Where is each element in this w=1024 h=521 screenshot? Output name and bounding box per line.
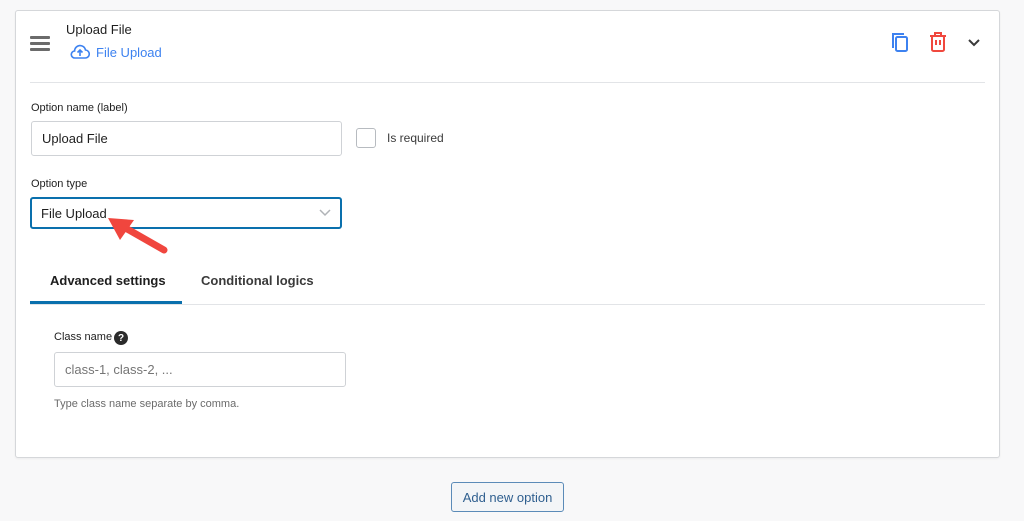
copy-icon[interactable]: [890, 31, 910, 53]
chevron-down-icon[interactable]: [967, 38, 981, 48]
option-type-label: Option type: [31, 178, 88, 190]
tabs-divider: [30, 304, 985, 305]
option-type-text: File Upload: [96, 44, 162, 60]
option-title: Upload File: [66, 22, 132, 37]
class-name-input[interactable]: [54, 352, 346, 387]
active-tab-indicator: [30, 301, 182, 304]
trash-icon[interactable]: [928, 31, 948, 53]
drag-handle-icon[interactable]: [30, 36, 50, 51]
question-icon[interactable]: ?: [114, 331, 128, 345]
add-new-option-button[interactable]: Add new option: [451, 482, 564, 512]
chevron-down-icon: [319, 209, 331, 217]
is-required-checkbox[interactable]: [356, 128, 376, 148]
header-divider: [30, 82, 985, 83]
annotation-arrow: [108, 218, 168, 254]
class-name-label: Class name: [54, 331, 113, 343]
option-name-input[interactable]: Upload File: [31, 121, 342, 156]
tab-advanced-settings[interactable]: Advanced settings: [50, 273, 166, 288]
option-type-indicator: File Upload: [70, 44, 162, 60]
option-name-value: Upload File: [42, 131, 108, 146]
cloud-upload-icon: [70, 44, 90, 59]
option-type-select[interactable]: File Upload: [30, 197, 342, 229]
class-name-help: Type class name separate by comma.: [54, 398, 240, 410]
tab-conditional-logics[interactable]: Conditional logics: [201, 273, 314, 288]
is-required-label: Is required: [387, 131, 444, 145]
option-name-label: Option name (label): [31, 102, 128, 114]
option-type-value: File Upload: [41, 205, 107, 221]
